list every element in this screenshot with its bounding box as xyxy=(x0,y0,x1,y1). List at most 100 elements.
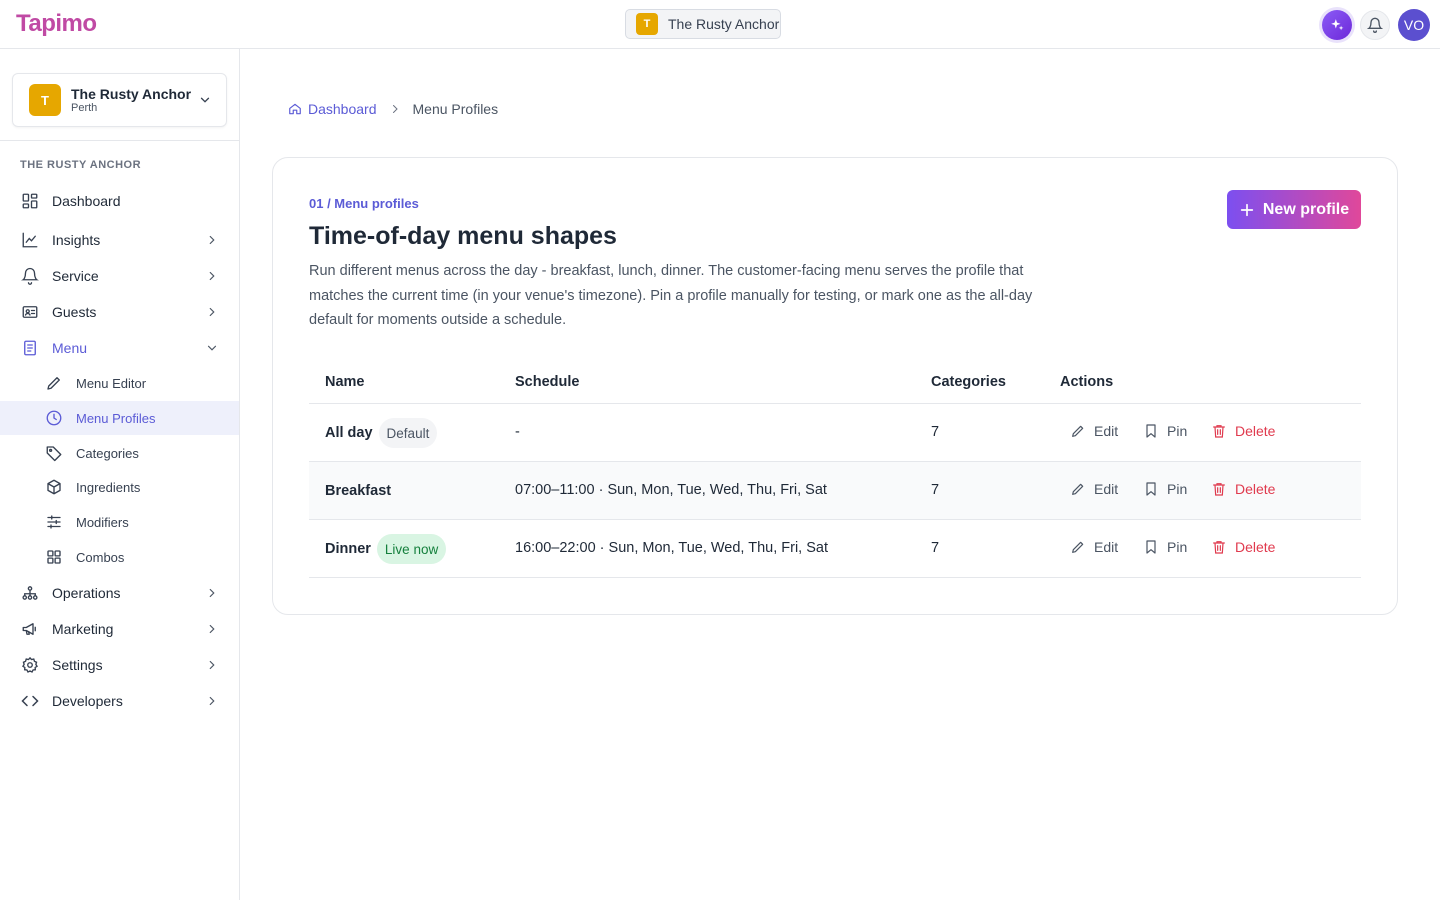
column-header-actions: Actions xyxy=(1060,374,1114,390)
edit-label: Edit xyxy=(1094,539,1119,555)
code-icon xyxy=(21,695,39,707)
sitemap-icon xyxy=(22,586,38,600)
sidebar-item-insights[interactable]: Insights xyxy=(0,223,239,257)
sidebar-item-settings[interactable]: Settings xyxy=(0,648,239,682)
sidebar-item-label: Operations xyxy=(52,585,121,601)
chevron-down-icon xyxy=(207,345,217,351)
sidebar-subitem-label: Menu Editor xyxy=(76,375,147,391)
document-icon xyxy=(24,340,36,356)
sidebar-item-menu[interactable]: Menu xyxy=(0,331,239,365)
user-avatar[interactable]: VO xyxy=(1398,9,1430,41)
app-logo[interactable]: Tapimo xyxy=(16,10,97,38)
chevron-right-icon xyxy=(209,696,215,706)
sidebar-item-label: Settings xyxy=(52,657,103,673)
sidebar-subitem-combos[interactable]: Combos xyxy=(0,540,239,574)
sidebar-subitem-label: Ingredients xyxy=(76,479,141,495)
top-icons: VO xyxy=(1322,9,1430,41)
chart-line-icon xyxy=(22,232,38,248)
venue-switcher-pill[interactable]: T The Rusty Anchor xyxy=(625,9,781,39)
venue-name: The Rusty Anchor xyxy=(71,85,192,102)
breadcrumb: Dashboard Menu Profiles xyxy=(288,101,498,117)
sidebar-item-label: Dashboard xyxy=(52,193,121,209)
edit-button[interactable]: Edit xyxy=(1070,423,1118,439)
pin-button[interactable]: Pin xyxy=(1143,539,1187,555)
sidebar-item-guests[interactable]: Guests xyxy=(0,295,239,329)
id-card-icon xyxy=(22,306,38,318)
schedule-cell: - xyxy=(515,424,520,440)
sidebar-subitem-modifiers[interactable]: Modifiers xyxy=(0,505,239,539)
breadcrumb-current: Menu Profiles xyxy=(412,101,499,117)
box-icon xyxy=(47,479,61,495)
pencil-icon xyxy=(1072,483,1084,495)
delete-label: Delete xyxy=(1235,539,1276,555)
bell-icon xyxy=(1367,17,1383,33)
bell-icon xyxy=(21,267,39,285)
chevron-right-icon xyxy=(209,624,215,634)
delete-button[interactable]: Delete xyxy=(1211,423,1275,439)
delete-button[interactable]: Delete xyxy=(1211,539,1275,555)
megaphone-icon xyxy=(22,623,36,635)
sidebar-item-label: Menu xyxy=(52,340,88,356)
venue-name: The Rusty Anchor xyxy=(668,16,780,32)
chevron-right-icon xyxy=(209,660,215,670)
edit-label: Edit xyxy=(1094,423,1119,439)
pin-button[interactable]: Pin xyxy=(1143,481,1187,497)
column-header-categories: Categories xyxy=(931,374,1006,390)
edit-label: Edit xyxy=(1094,481,1119,497)
clock-icon xyxy=(46,410,62,426)
profile-name: All day xyxy=(325,425,373,441)
venue-badge: T xyxy=(29,84,61,116)
breadcrumb-home-link[interactable]: Dashboard xyxy=(288,101,377,117)
sidebar-item-label: Insights xyxy=(52,232,101,248)
chevron-down-icon xyxy=(200,97,210,103)
categories-cell: 7 xyxy=(931,540,940,556)
sparkle-icon xyxy=(1331,19,1344,31)
sidebar-subitem-label: Combos xyxy=(76,549,125,565)
table-row: Dinner Live now 16:00–22:00 · Sun, Mon, … xyxy=(309,520,1361,578)
sliders-icon xyxy=(47,515,61,529)
top-bar: Tapimo T The Rusty Anchor VO xyxy=(0,0,1440,49)
sidebar-subitem-menu-editor[interactable]: Menu Editor xyxy=(0,366,239,400)
sidebar-item-operations[interactable]: Operations xyxy=(0,576,239,610)
sidebar-subitem-categories[interactable]: Categories xyxy=(0,436,239,470)
sidebar-subitem-menu-profiles[interactable]: Menu Profiles xyxy=(0,401,239,435)
trash-icon xyxy=(1213,425,1225,438)
sidebar-item-label: Developers xyxy=(52,693,123,709)
sidebar-item-marketing[interactable]: Marketing xyxy=(0,612,239,646)
pencil-icon xyxy=(47,377,60,390)
sidebar-item-developers[interactable]: Developers xyxy=(0,684,239,718)
ai-sparkle-button[interactable] xyxy=(1322,10,1352,40)
pin-button[interactable]: Pin xyxy=(1143,423,1187,439)
breadcrumb-home-label: Dashboard xyxy=(308,101,377,117)
pin-label: Pin xyxy=(1167,539,1188,555)
chevron-right-icon xyxy=(209,235,215,245)
new-profile-button[interactable]: New profile xyxy=(1227,190,1361,229)
schedule-cell: 07:00–11:00 · Sun, Mon, Tue, Wed, Thu, F… xyxy=(515,482,827,498)
sidebar-item-dashboard[interactable]: Dashboard xyxy=(0,184,239,218)
venue-city: Perth xyxy=(71,101,98,114)
sidebar-subitem-ingredients[interactable]: Ingredients xyxy=(0,470,239,504)
card-description: Run different menus across the day - bre… xyxy=(309,263,1033,328)
live-now-badge: Live now xyxy=(376,534,447,564)
default-badge: Default xyxy=(378,418,438,448)
edit-button[interactable]: Edit xyxy=(1070,539,1118,555)
notifications-button[interactable] xyxy=(1360,10,1390,40)
plus-icon xyxy=(1240,203,1254,216)
pencil-icon xyxy=(1072,425,1084,437)
pin-label: Pin xyxy=(1167,423,1188,439)
delete-button[interactable]: Delete xyxy=(1211,481,1275,497)
delete-label: Delete xyxy=(1235,481,1276,497)
sidebar-item-service[interactable]: Service xyxy=(0,259,239,293)
edit-button[interactable]: Edit xyxy=(1070,481,1118,497)
table-header: Name Schedule Categories Actions xyxy=(309,362,1361,404)
bookmark-icon xyxy=(1146,482,1156,496)
gear-icon xyxy=(22,656,38,673)
bookmark-icon xyxy=(1146,424,1156,438)
sidebar-divider xyxy=(0,140,239,141)
profile-name-cell: Dinner Live now xyxy=(325,534,447,564)
sidebar-item-label: Service xyxy=(52,268,99,284)
categories-cell: 7 xyxy=(931,482,940,498)
home-icon xyxy=(289,103,301,115)
venue-selector[interactable]: T The Rusty Anchor Perth xyxy=(12,73,227,127)
categories-cell: 7 xyxy=(931,424,940,440)
